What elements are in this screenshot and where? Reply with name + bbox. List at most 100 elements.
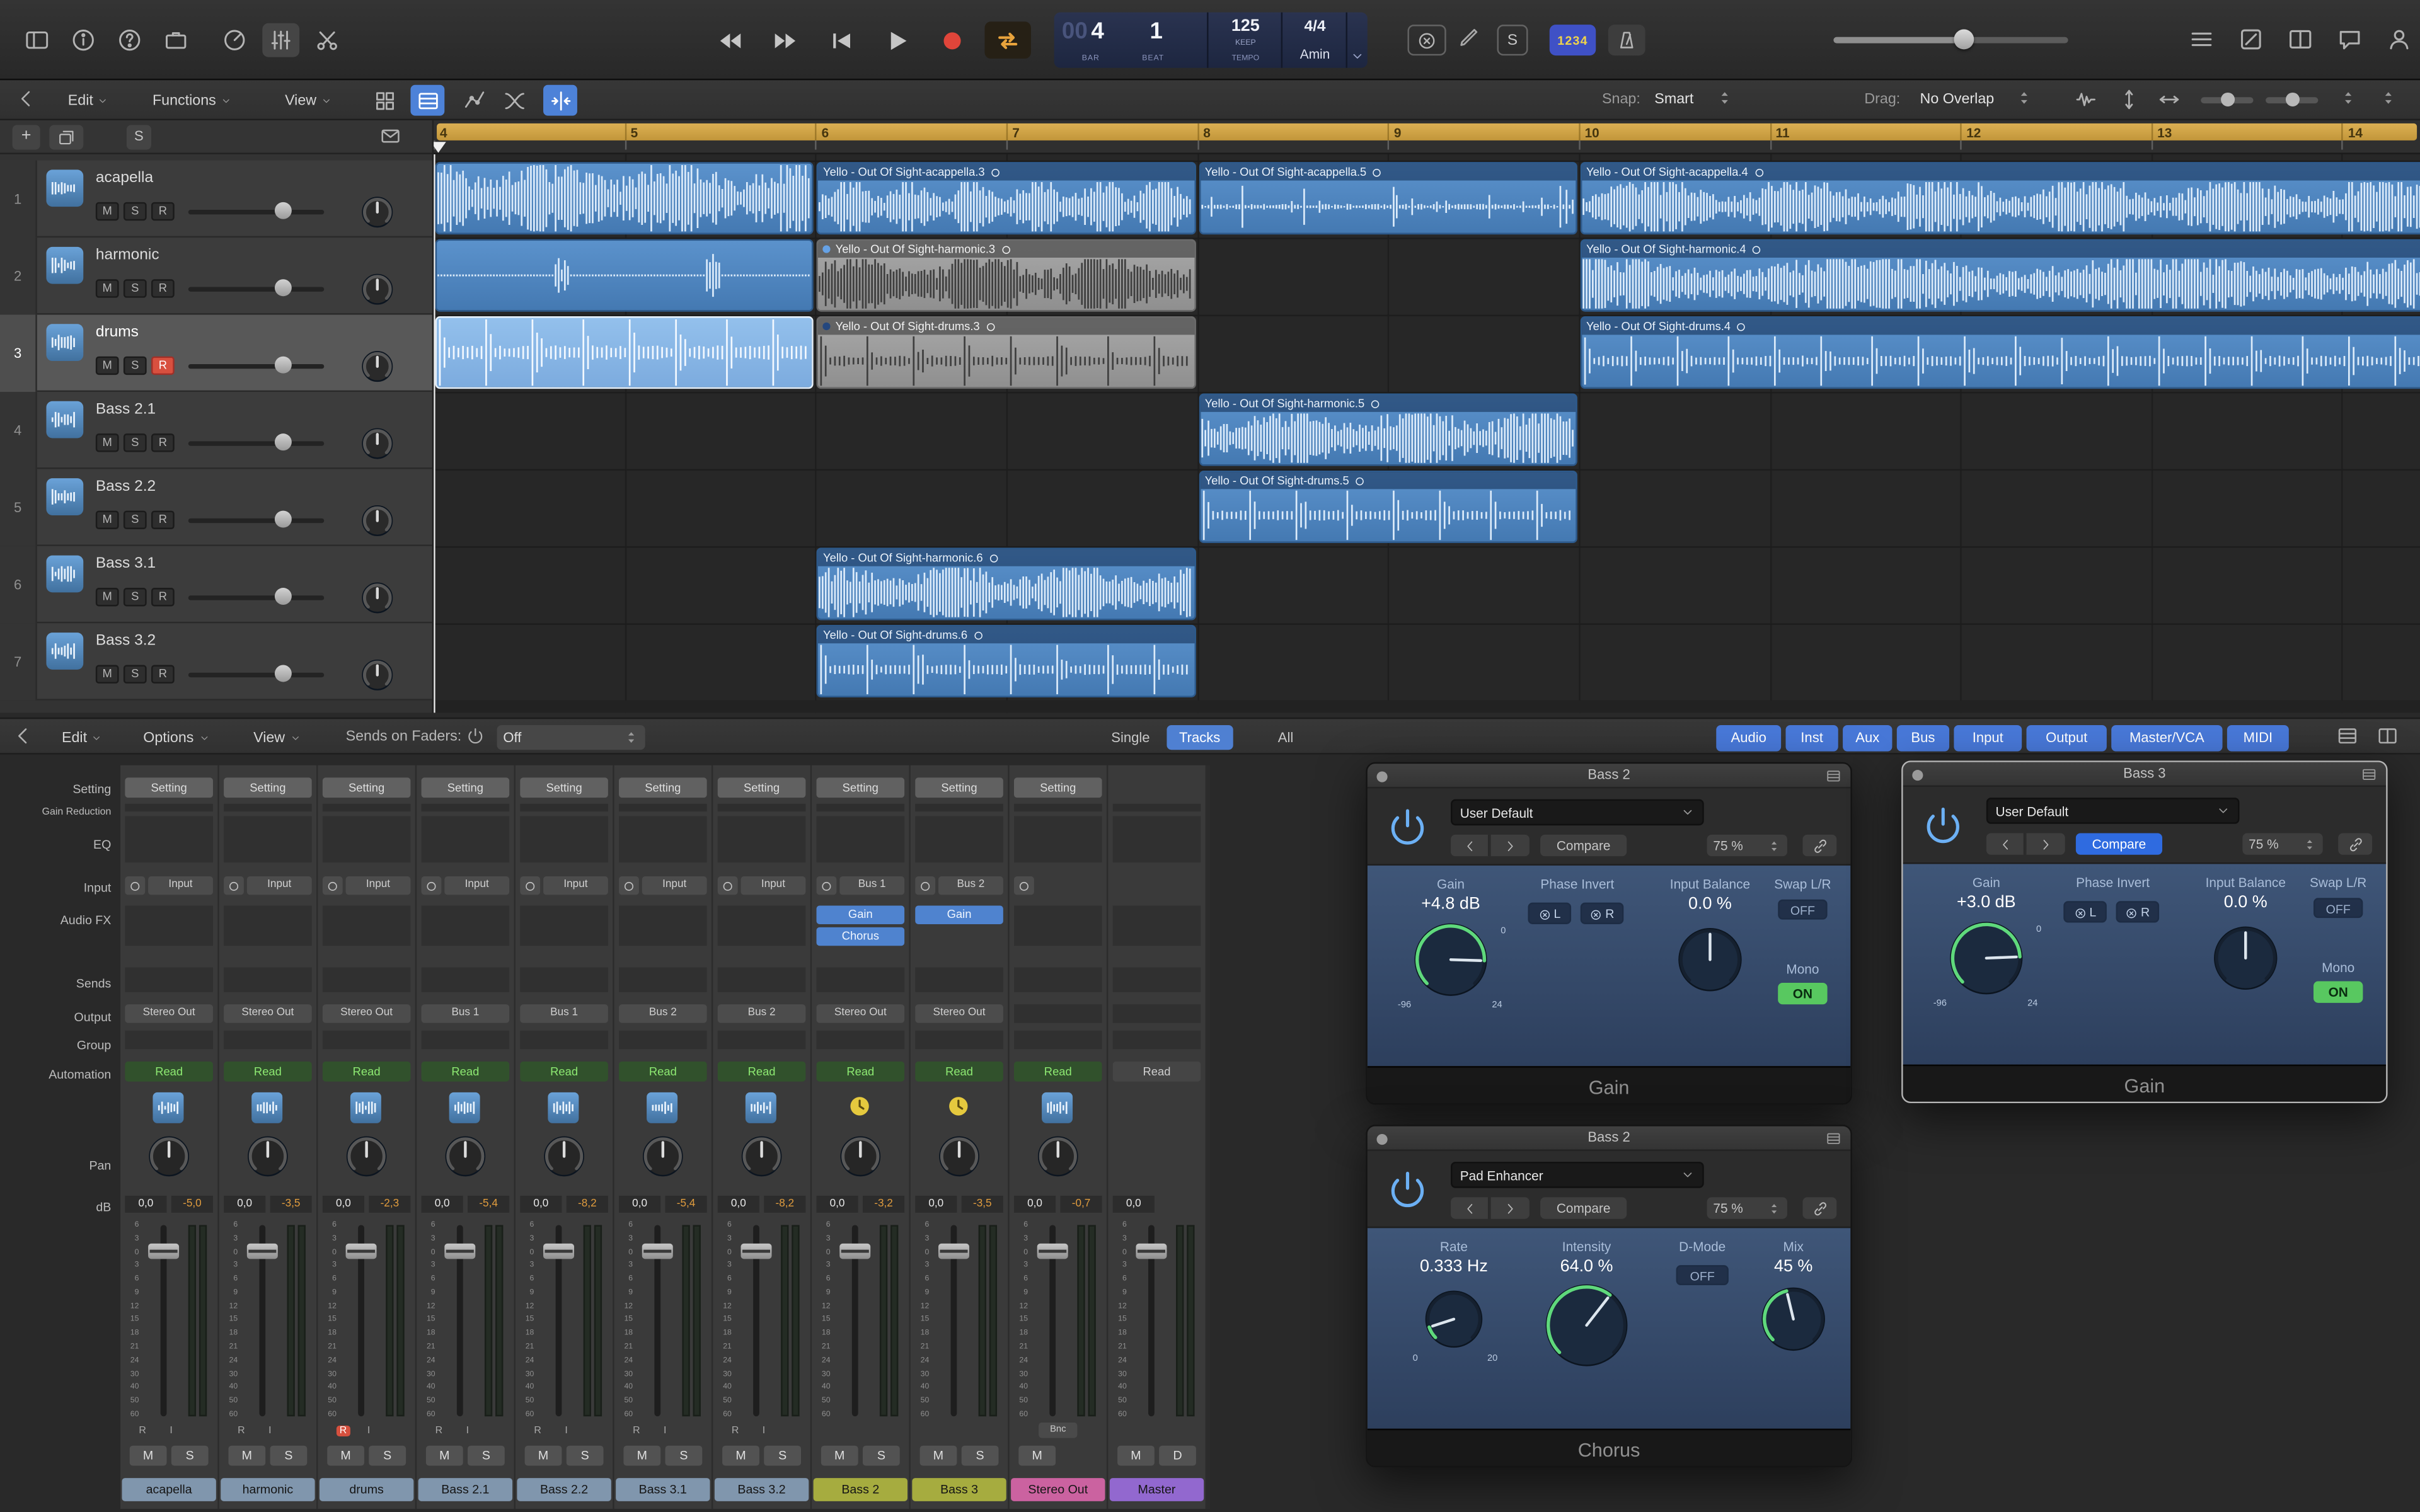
track-header-bass-2-2[interactable]: 5Bass 2.2MSR [0,469,434,546]
fader-handle[interactable] [1037,1244,1068,1259]
duplicate-track-button[interactable] [49,125,83,149]
fader-handle[interactable] [839,1244,870,1259]
plugin-power-button[interactable] [1381,1164,1434,1216]
output-slot[interactable]: Bus 1 [422,1004,510,1022]
strip-mute-button[interactable]: M [327,1446,364,1466]
fader-handle[interactable] [346,1244,377,1259]
sends-mode-select[interactable]: Off [497,725,645,750]
zoom-stepper-icon-2[interactable] [2380,89,2398,111]
strip-pan-knob[interactable] [642,1135,684,1177]
menu-edit[interactable]: Edit [68,80,109,120]
dual-strip-view-icon[interactable] [2377,725,2404,750]
setting-button[interactable]: Setting [422,777,510,798]
fader-db-value[interactable]: 0,0 [224,1196,265,1213]
strip-mute-button[interactable]: M [722,1446,759,1466]
audio-region[interactable]: Yello - Out Of Sight-acappella.5 [1199,162,1577,234]
sends-slot[interactable] [718,968,806,992]
pan-knob[interactable] [361,350,393,382]
toolbar-icon[interactable] [158,23,195,57]
setting-button[interactable]: Setting [718,777,806,798]
mono-on-button[interactable]: ON [2313,982,2363,1003]
setting-button[interactable]: Setting [125,777,213,798]
automation-mode-button[interactable]: Read [1113,1062,1201,1082]
fader-handle[interactable] [741,1244,772,1259]
plugin-window-gain-bass3[interactable]: Bass 3User DefaultCompare75 %Gain+3.0 dB… [1901,760,2387,1103]
strip-input-monitor-button[interactable]: I [763,1426,765,1436]
input-slot[interactable]: Input [247,876,312,895]
sends-slot[interactable] [422,968,510,992]
fader-db-value[interactable]: 0,0 [718,1196,759,1213]
solo-button[interactable]: S [124,665,147,684]
input-slot[interactable]: Input [741,876,806,895]
eq-display[interactable] [817,816,905,862]
snap-value[interactable]: Smart [1654,91,1693,108]
lcd-display[interactable]: 00 4 1 BAR BEAT 125 KEEP TEMPO 4/4 Amin [1054,13,1368,68]
grid-view-button[interactable] [367,85,401,116]
transport-forward-button[interactable] [763,21,809,59]
solo-button[interactable]: S [124,433,147,452]
audio-region[interactable]: Yello - Out Of Sight-harmonic.4 [1580,239,2420,312]
transport-record-button[interactable] [929,21,975,59]
transport-go-to-beginning-button[interactable] [818,21,864,59]
track-name[interactable]: Bass 2.2 [96,478,156,495]
automation-mode-button[interactable]: Read [520,1062,608,1082]
group-slot[interactable] [915,1031,1003,1049]
mixer-menu-options[interactable]: Options [143,719,209,756]
pan-knob[interactable] [361,659,393,691]
link-icon[interactable] [2338,833,2372,854]
output-slot[interactable]: Stereo Out [915,1004,1003,1022]
fader-db-value[interactable]: 0,0 [323,1196,364,1213]
strip-pan-knob[interactable] [839,1135,881,1177]
crossfade-tool-button[interactable] [497,85,531,116]
audio-region[interactable]: Yello - Out Of Sight-drums.3 [817,316,1196,389]
audio-fx-empty[interactable] [323,906,411,946]
sends-slot[interactable] [915,968,1003,992]
strip-mute-button[interactable]: M [920,1446,957,1466]
sends-slot[interactable] [323,968,411,992]
horizontal-zoom-icon[interactable] [2158,88,2186,113]
preset-select[interactable]: User Default [1451,799,1704,826]
input-format-icon[interactable] [125,876,145,895]
setting-button[interactable]: Setting [817,777,905,798]
fader-db-value[interactable]: 0,0 [1113,1196,1155,1213]
input-format-icon[interactable] [323,876,343,895]
strip-record-button[interactable]: R [732,1426,739,1436]
audio-fx-empty[interactable] [1014,906,1102,946]
preset-prev-button[interactable] [1451,1197,1489,1218]
strip-pan-knob[interactable] [741,1135,783,1177]
filter-midi[interactable]: MIDI [2227,725,2289,752]
mix-percent-stepper[interactable]: 75 % [1707,1197,1787,1218]
track-name[interactable]: Bass 2.1 [96,401,156,418]
record-enable-button[interactable]: R [151,511,175,529]
automation-mode-button[interactable]: Read [915,1062,1003,1082]
automation-button[interactable] [457,85,491,116]
filter-master-vca[interactable]: Master/VCA [2111,725,2222,752]
audio-fx-empty[interactable] [125,906,213,946]
audio-region[interactable]: Yello - Out Of Sight-acappella.3 [817,162,1196,234]
volume-slider-knob[interactable] [275,279,292,296]
output-slot[interactable]: Bus 1 [520,1004,608,1022]
mixer-view-single[interactable]: Single [1099,725,1162,750]
input-slot[interactable]: Input [543,876,608,895]
horizontal-zoom-slider[interactable] [2201,97,2253,103]
input-format-icon[interactable] [422,876,442,895]
input-format-icon[interactable] [1014,876,1034,895]
mix-percent-stepper[interactable]: 75 % [2242,833,2322,854]
mixer-view-all[interactable]: All [1265,725,1306,750]
strip-solo-button[interactable]: S [369,1446,406,1466]
bounce-button[interactable]: Bnc [1039,1423,1077,1438]
volume-slider-knob[interactable] [275,433,292,450]
strip-record-button[interactable]: R [238,1426,245,1436]
collaboration-icon[interactable] [2386,26,2414,54]
eq-display[interactable] [1113,816,1201,862]
fader-db-value[interactable]: 0,0 [1014,1196,1056,1213]
strip-mute-button[interactable]: M [623,1446,660,1466]
transport-rewind-button[interactable] [707,21,753,59]
eq-display[interactable] [520,816,608,862]
automation-mode-button[interactable]: Read [817,1062,905,1082]
volume-slider-track[interactable] [188,595,325,600]
audio-region[interactable] [435,162,814,234]
preset-next-button[interactable] [1491,1197,1530,1218]
phase-right-button[interactable]: R [1581,903,1624,924]
eq-display[interactable] [619,816,707,862]
